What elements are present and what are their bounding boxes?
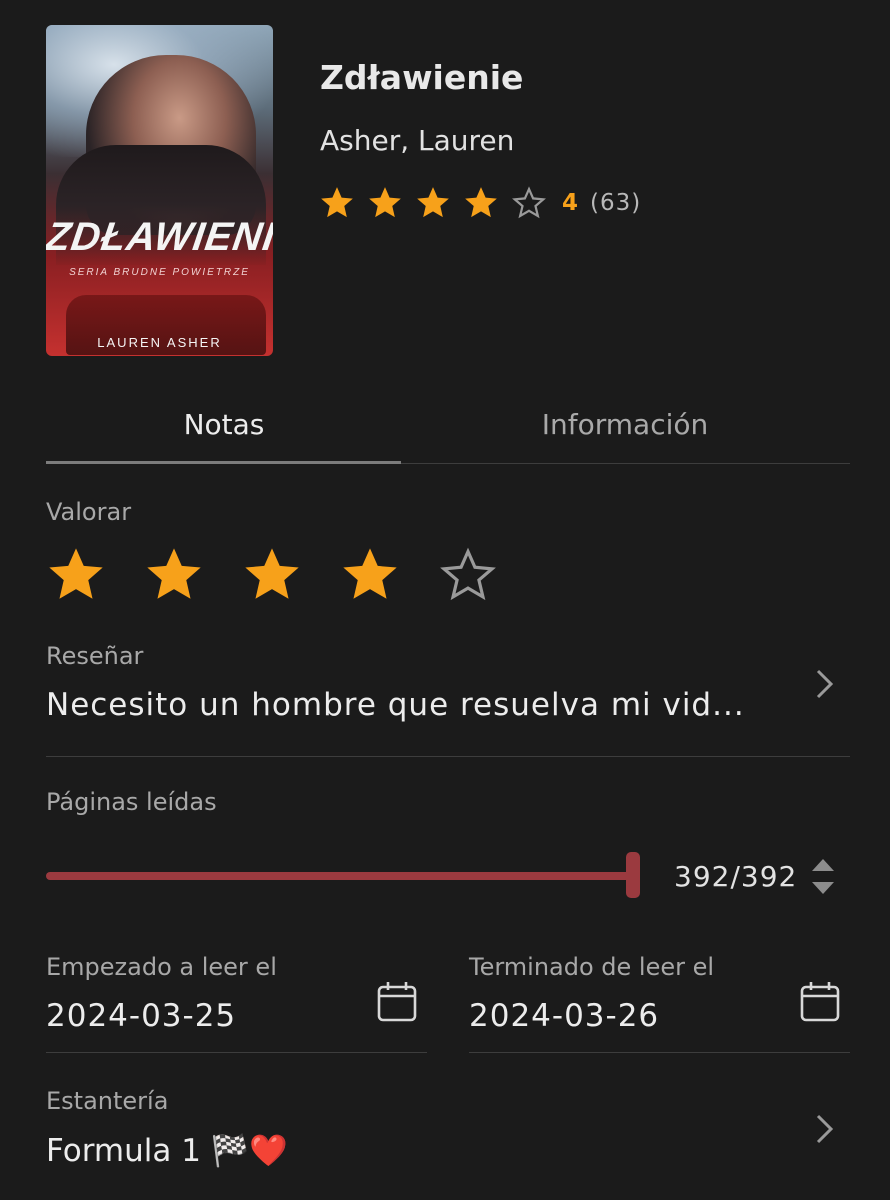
shelf-label: Estantería <box>46 1087 169 1115</box>
pages-label: Páginas leídas <box>46 788 217 816</box>
star-outline-icon <box>512 186 546 219</box>
cover-series: SERIA BRUDNE POWIETRZE <box>69 267 250 278</box>
book-title: Zdławienie <box>320 58 524 97</box>
rating-average: 4 <box>562 190 579 216</box>
star-icon <box>465 187 497 218</box>
tab-information[interactable]: Información <box>447 408 803 441</box>
tab-active-indicator <box>46 461 401 464</box>
user-rating-stars[interactable] <box>44 543 534 607</box>
book-author[interactable]: Asher, Lauren <box>320 124 514 157</box>
pages-value: 392/392 <box>674 860 798 893</box>
divider <box>469 1052 850 1053</box>
started-date[interactable]: 2024-03-25 <box>46 998 236 1034</box>
rating-count: (63) <box>590 190 642 216</box>
star-icon[interactable] <box>142 543 206 607</box>
pages-slider-thumb[interactable] <box>626 852 640 898</box>
chevron-right-icon[interactable] <box>814 1112 836 1146</box>
cover-author: LAUREN ASHER <box>97 335 222 350</box>
divider <box>46 1052 427 1053</box>
review-label: Reseñar <box>46 642 144 670</box>
star-icon[interactable] <box>44 543 108 607</box>
finished-label: Terminado de leer el <box>469 953 715 981</box>
cover-title: ZDŁAWIENIE <box>46 215 273 259</box>
pages-slider-track[interactable] <box>46 872 634 880</box>
started-label: Empezado a leer el <box>46 953 277 981</box>
shelf-value[interactable]: Formula 1 🏁❤️ <box>46 1132 288 1169</box>
star-icon <box>369 187 401 218</box>
star-outline-icon[interactable] <box>436 543 500 607</box>
average-rating: 4 (63) <box>318 184 641 222</box>
star-icon[interactable] <box>338 543 402 607</box>
star-icon[interactable] <box>240 543 304 607</box>
review-text[interactable]: Necesito un hombre que resuelva mi vid..… <box>46 687 745 723</box>
calendar-icon[interactable] <box>377 980 417 1022</box>
calendar-icon[interactable] <box>800 980 840 1022</box>
book-cover[interactable]: ZDŁAWIENIE SERIA BRUDNE POWIETRZE LAUREN… <box>46 25 273 356</box>
star-icon <box>321 187 353 218</box>
chevron-right-icon[interactable] <box>814 667 836 701</box>
divider <box>46 756 850 757</box>
tab-notes[interactable]: Notas <box>46 408 402 441</box>
rate-label: Valorar <box>46 498 132 526</box>
stepper-icon[interactable] <box>810 855 836 897</box>
star-icon <box>417 187 449 218</box>
finished-date[interactable]: 2024-03-26 <box>469 998 659 1034</box>
